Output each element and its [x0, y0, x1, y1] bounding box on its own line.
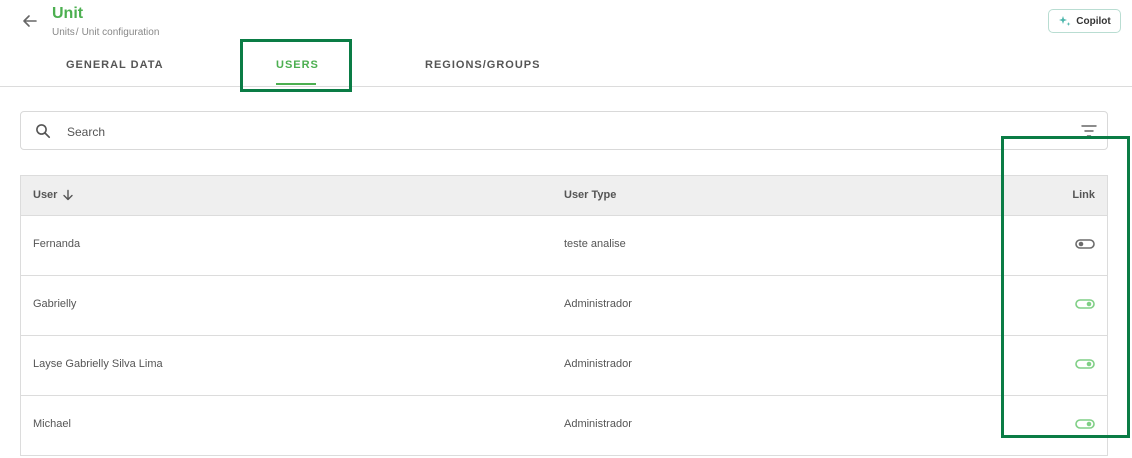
breadcrumb-units-link[interactable]: Units	[52, 27, 75, 38]
table-row[interactable]: Gabrielly Administrador	[21, 276, 1107, 336]
sparkle-icon	[1059, 16, 1071, 26]
tab-users[interactable]: USERS	[276, 59, 319, 71]
search-bar	[20, 111, 1108, 150]
link-toggle-on[interactable]	[1075, 298, 1095, 310]
search-input[interactable]	[65, 120, 1049, 144]
arrow-down-icon	[63, 189, 74, 201]
column-header-user-type: User Type	[564, 189, 617, 201]
tab-regions-groups[interactable]: REGIONS/GROUPS	[425, 59, 540, 71]
link-toggle-on[interactable]	[1075, 358, 1095, 370]
user-name-cell: Gabrielly	[33, 298, 77, 310]
user-type-cell: Administrador	[564, 358, 632, 370]
table-row[interactable]: Layse Gabrielly Silva Lima Administrador	[21, 336, 1107, 396]
user-type-cell: teste analise	[564, 238, 626, 250]
link-toggle-off[interactable]	[1075, 238, 1095, 250]
copilot-label: Copilot	[1076, 15, 1111, 27]
breadcrumb: Units/Unit configuration	[52, 27, 159, 38]
page-header: Unit Units/Unit configuration Copilot GE…	[0, 0, 1132, 87]
filter-icon[interactable]	[1081, 124, 1097, 138]
copilot-button[interactable]: Copilot	[1048, 9, 1121, 33]
link-toggle-on[interactable]	[1075, 418, 1095, 430]
user-name-cell: Layse Gabrielly Silva Lima	[33, 358, 163, 370]
table-body: Fernanda teste analise Gabrielly Administra…	[21, 216, 1107, 456]
user-name-cell: Fernanda	[33, 238, 81, 250]
tab-general-data[interactable]: GENERAL DATA	[66, 59, 164, 71]
users-table: User User Type Link Fernanda teste analis…	[20, 175, 1108, 456]
column-header-user-label: User	[33, 189, 58, 201]
column-header-link: Link	[1072, 189, 1095, 201]
search-icon	[36, 124, 51, 139]
breadcrumb-current: Unit configuration	[81, 27, 160, 38]
user-type-cell: Administrador	[564, 418, 632, 430]
arrow-left-icon[interactable]	[20, 11, 40, 31]
table-row[interactable]: Fernanda teste analise	[21, 216, 1107, 276]
user-type-cell: Administrador	[564, 298, 632, 310]
page-title: Unit	[52, 5, 84, 22]
user-name-cell: Michael	[33, 418, 71, 430]
column-header-user[interactable]: User	[33, 189, 74, 201]
breadcrumb-separator: /	[75, 27, 79, 38]
table-row[interactable]: Michael Administrador	[21, 396, 1107, 456]
table-header: User User Type Link	[21, 176, 1107, 216]
active-tab-indicator	[276, 83, 316, 85]
